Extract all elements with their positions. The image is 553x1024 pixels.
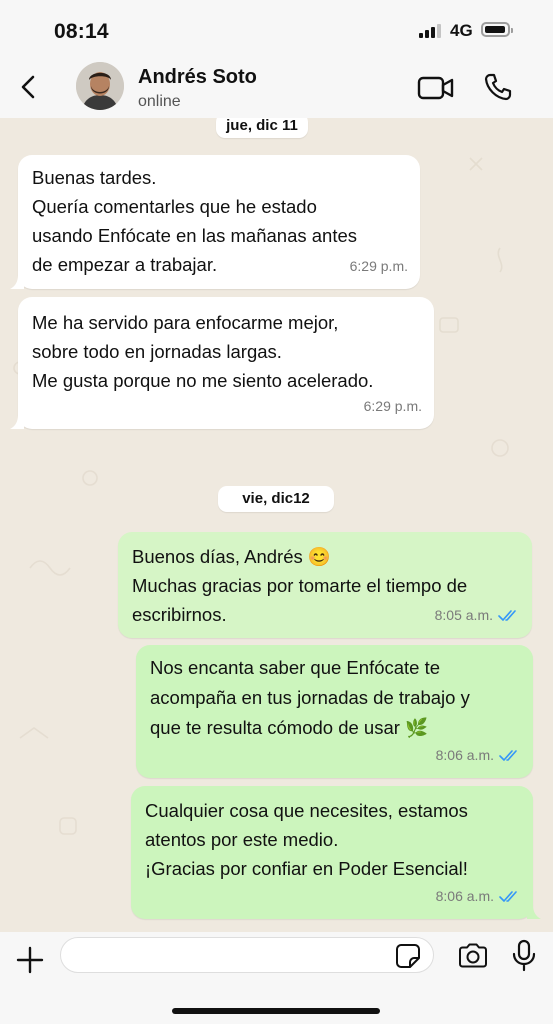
double-check-icon [498, 609, 516, 621]
message-meta: 8:06 a.m. [436, 741, 521, 770]
message-line: Cualquier cosa que necesites, estamos [145, 800, 468, 821]
double-check-icon [499, 890, 517, 902]
sticker-icon [396, 944, 420, 968]
bubble-tail [10, 275, 24, 289]
contact-status: online [138, 93, 181, 110]
microphone-button[interactable] [511, 939, 537, 973]
message-line: Me ha servido para enfocarme mejor, [32, 312, 339, 333]
home-indicator[interactable] [172, 1008, 380, 1014]
message-meta: 8:05 a.m. [435, 601, 520, 630]
message-bubble-incoming[interactable]: Me ha servido para enfocarme mejor, sobr… [10, 297, 434, 429]
bubble-tail [10, 415, 24, 429]
message-meta: 6:29 p.m. [350, 252, 408, 281]
voice-call-button[interactable] [483, 72, 513, 102]
date-label: vie, dic12 [242, 490, 310, 507]
message-time: 8:05 a.m. [434, 607, 493, 623]
bubble-tail [527, 905, 541, 919]
camera-icon [459, 943, 487, 968]
message-time: 8:06 a.m. [435, 747, 494, 763]
status-time: 08:14 [54, 20, 109, 43]
date-separator: jue, dic 11 [216, 118, 308, 138]
message-line: Muchas gracias por tomarte el tiempo de [132, 575, 468, 596]
plus-icon [16, 946, 44, 974]
microphone-icon [512, 939, 536, 972]
chevron-left-icon[interactable] [14, 72, 44, 102]
message-bubble-outgoing[interactable]: Buenos días, Andrés 😊 Muchas gracias por… [118, 532, 532, 638]
message-input[interactable] [60, 937, 434, 973]
message-line: acompaña en tus jornadas de trabajo y [150, 687, 470, 708]
message-time: 6:29 p.m. [363, 398, 422, 414]
message-line: ¡Gracias por confiar en Poder Esencial! [145, 858, 468, 879]
network-type: 4G [450, 21, 473, 40]
contact-name[interactable]: Andrés Soto [138, 66, 257, 89]
message-time: 6:29 p.m. [349, 258, 408, 274]
date-separator: vie, dic12 [218, 486, 334, 512]
chat-header: Andrés Soto online [0, 56, 553, 119]
message-line: que te resulta cómodo de usar 🌿 [150, 717, 429, 738]
attach-button[interactable] [14, 944, 46, 976]
message-line: Quería comentarles que he estado [32, 196, 317, 217]
sticker-button[interactable] [395, 943, 421, 969]
message-bubble-incoming[interactable]: Buenas tardes. Quería comentarles que he… [10, 155, 420, 289]
status-bar: 08:14 4G [0, 0, 553, 56]
message-line: Me gusta porque no me siento acelerado. [32, 370, 374, 391]
message-line: escribirnos. [132, 604, 227, 625]
message-time: 8:06 a.m. [435, 888, 494, 904]
video-camera-icon [417, 76, 454, 100]
message-line: Buenos días, Andrés 😊 [132, 546, 331, 567]
message-line: Nos encanta saber que Enfócate te [150, 657, 441, 678]
video-call-button[interactable] [417, 74, 455, 102]
phone-icon [484, 73, 512, 101]
message-composer [0, 932, 553, 1024]
double-check-icon [499, 749, 517, 761]
message-line: sobre todo en jornadas largas. [32, 341, 282, 362]
message-meta: 6:29 p.m. [364, 392, 422, 421]
message-line: atentos por este medio. [145, 829, 339, 850]
signal-strength-icon [419, 24, 443, 38]
avatar[interactable] [76, 62, 124, 110]
message-line: Buenas tardes. [32, 167, 157, 188]
battery-icon [481, 22, 513, 37]
camera-button[interactable] [457, 942, 489, 970]
message-line: de empezar a trabajar. [32, 254, 218, 275]
message-line: usando Enfócate en las mañanas antes [32, 225, 358, 246]
message-bubble-outgoing[interactable]: Cualquier cosa que necesites, estamos at… [131, 786, 541, 919]
message-bubble-outgoing[interactable]: Nos encanta saber que Enfócate te acompa… [136, 645, 533, 778]
date-label: jue, dic 11 [226, 118, 298, 134]
message-meta: 8:06 a.m. [436, 882, 521, 911]
chat-area[interactable]: jue, dic 11 Buenas tardes. Quería coment… [0, 118, 553, 932]
